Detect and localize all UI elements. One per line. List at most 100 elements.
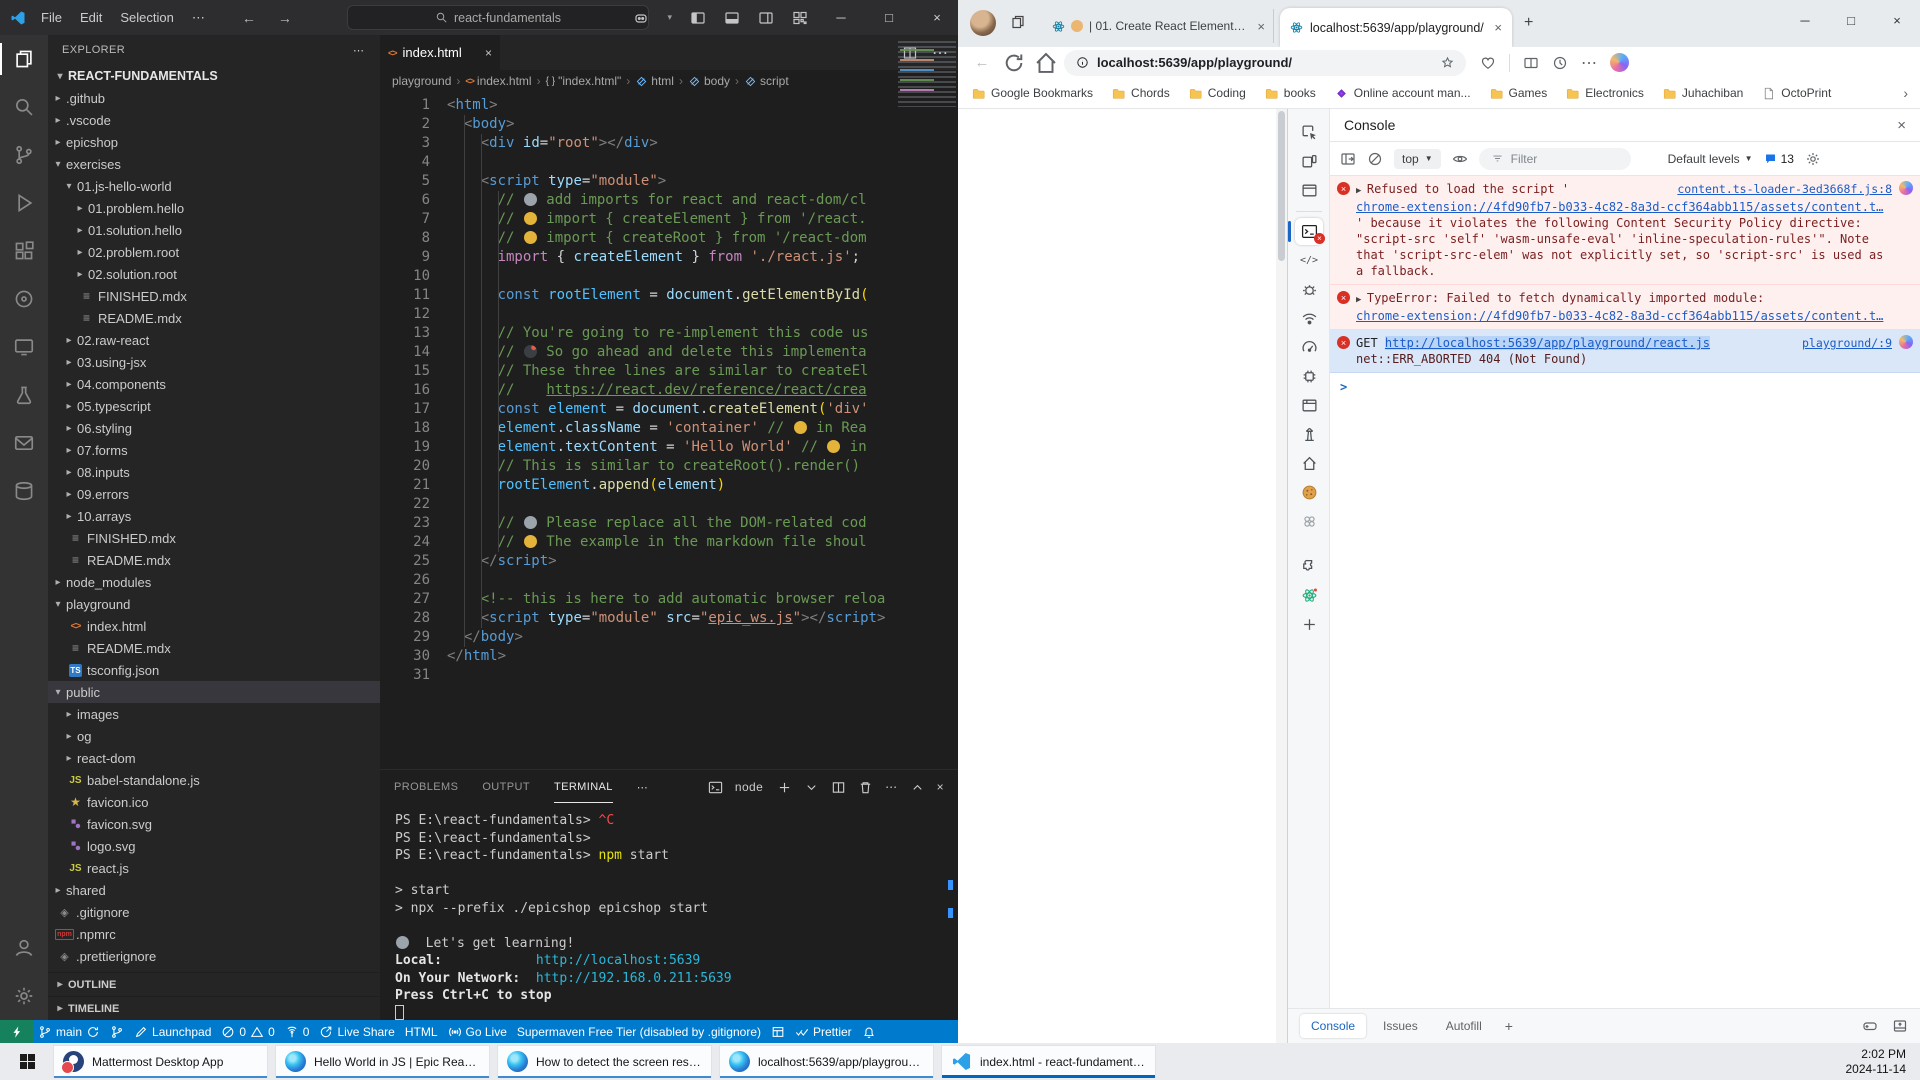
terminal-shell-name[interactable]: node [735,780,763,794]
devtools-panel-memory[interactable] [1288,362,1330,391]
bookmarks-overflow-icon[interactable]: › [1903,85,1908,101]
tree-item-02.solution.root[interactable]: ▸02.solution.root [48,263,380,285]
tree-item-08.inputs[interactable]: ▸08.inputs [48,461,380,483]
devtools-panel-inspect[interactable] [1288,118,1330,147]
code-line[interactable]: 1<html> [380,96,958,115]
tree-item-README.mdx[interactable]: ≡README.mdx [48,637,380,659]
copilot-icon[interactable] [1610,53,1629,72]
panel-tab-output[interactable]: OUTPUT [482,781,530,793]
taskbar-item[interactable]: localhost:5639/app/playground/ a... [719,1045,934,1078]
browser-essentials-icon[interactable] [1480,55,1496,71]
code-line[interactable]: 20 // This is similar to createRoot().re… [380,457,958,476]
chevron-down-icon[interactable]: ▾ [667,12,672,23]
breadcrumb-item[interactable]: html [651,74,674,88]
code-line[interactable]: 18 element.className = 'container' // in… [380,419,958,438]
activity-source-control[interactable] [0,131,48,179]
window-maximize-button[interactable]: □ [1828,0,1874,40]
status-item[interactable]: Go Live [443,1020,512,1043]
tree-item-07.forms[interactable]: ▸07.forms [48,439,380,461]
bookmark-octoprint[interactable]: OctoPrint [1762,86,1831,100]
terminal-dropdown-icon[interactable] [804,780,819,795]
code-editor[interactable]: 1<html>2 <body>3 <div id="root"></div>45… [380,92,958,769]
address-bar[interactable]: localhost:5639/app/playground/ [1064,50,1466,76]
tree-item-shared[interactable]: ▸shared [48,879,380,901]
code-line[interactable]: 10 [380,267,958,286]
code-line[interactable]: 2 <body> [380,115,958,134]
timeline-section[interactable]: ▸TIMELINE [48,996,380,1020]
tree-item-logo.svg[interactable]: logo.svg [48,835,380,857]
tab-close-icon[interactable]: × [1257,19,1265,34]
activity-settings[interactable] [0,972,48,1020]
menu-file[interactable]: File [32,10,71,25]
page-scrollbar[interactable] [1276,109,1287,1043]
tree-item-.prettierignore[interactable]: ◈.prettierignore [48,945,380,967]
expand-quickview-icon[interactable] [1892,1018,1908,1034]
activity-testing[interactable] [0,371,48,419]
minimap[interactable] [898,41,956,107]
tree-item-02.problem.root[interactable]: ▸02.problem.root [48,241,380,263]
breadcrumb[interactable]: playground›<>index.html›{ }"index.html"›… [380,70,958,92]
tree-item-01.js-hello-world[interactable]: ▾01.js-hello-world [48,175,380,197]
browser-tab-localhost[interactable]: localhost:5639/app/playground/ × [1280,8,1512,47]
close-panel-icon[interactable]: × [937,780,944,794]
window-maximize-button[interactable]: □ [874,10,904,25]
tab-close-icon[interactable]: × [485,46,492,60]
tree-item-react.js[interactable]: JSreact.js [48,857,380,879]
status-item[interactable] [857,1020,881,1043]
menu-selection[interactable]: Selection [111,10,182,25]
tree-item-public[interactable]: ▾public [48,681,380,703]
devtools-panel-performance[interactable] [1288,333,1330,362]
taskbar-item[interactable]: Mattermost Desktop App [53,1045,268,1078]
tree-item-node_modules[interactable]: ▸node_modules [48,571,380,593]
code-line[interactable]: 21 rootElement.append(element) [380,476,958,495]
live-expression-icon[interactable] [1452,151,1468,167]
bookmark-juhachiban[interactable]: Juhachiban [1663,86,1743,100]
tree-item-favicon.svg[interactable]: favicon.svg [48,813,380,835]
code-line[interactable]: 29 </body> [380,628,958,647]
menu-⋯[interactable]: ⋯ [183,10,214,25]
window-close-button[interactable]: × [1874,0,1920,40]
code-line[interactable]: 12 [380,305,958,324]
footer-tab-issues[interactable]: Issues [1372,1014,1429,1038]
nav-forward-icon[interactable]: → [278,10,292,26]
code-line[interactable]: 23 // Please replace all the DOM-related… [380,514,958,533]
copilot-explain-icon[interactable] [1899,181,1913,195]
tree-item-babel-standalone.js[interactable]: JSbabel-standalone.js [48,769,380,791]
code-line[interactable]: 4 [380,153,958,172]
source-link[interactable]: content.ts-loader-3ed3668f.js:8 [1677,181,1892,197]
breadcrumb-item[interactable]: index.html [477,74,532,88]
devtools-panel-application[interactable] [1288,391,1330,420]
split-terminal-icon[interactable] [831,780,846,795]
start-button[interactable] [8,1043,46,1080]
footer-tab-autofill[interactable]: Autofill [1435,1014,1493,1038]
context-selector[interactable]: top ▼ [1394,149,1441,169]
code-line[interactable]: 24 // The example in the markdown file s… [380,533,958,552]
maximize-panel-icon[interactable] [910,780,925,795]
tree-item-06.styling[interactable]: ▸06.styling [48,417,380,439]
activity-explorer[interactable] [0,35,48,83]
code-line[interactable]: 31 [380,666,958,685]
activity-mail[interactable] [0,419,48,467]
status-item[interactable]: Prettier [790,1020,857,1043]
console-message[interactable]: ×content.ts-loader-3ed3668f.js:8▶ Refuse… [1330,176,1920,285]
command-center-search[interactable]: react-fundamentals [347,5,649,30]
tree-item-exercises[interactable]: ▾exercises [48,153,380,175]
console-settings-icon[interactable] [1805,151,1821,167]
devtools-panel-lighthouse[interactable] [1288,420,1330,449]
bookmark-electronics[interactable]: Electronics [1566,86,1644,100]
nav-back-icon[interactable]: ← [242,10,256,26]
bookmark-books[interactable]: books [1265,86,1316,100]
tab-index-html[interactable]: <> index.html × [380,35,500,70]
taskbar-item[interactable]: index.html - react-fundamentals -... [941,1045,1156,1078]
tab-close-icon[interactable]: × [1494,20,1502,35]
page-content[interactable] [958,109,1288,1043]
status-item[interactable]: main [33,1020,105,1043]
devtools-panel-issues-debug[interactable] [1288,275,1330,304]
back-icon[interactable]: ← [968,50,996,76]
browser-tab-epic-react[interactable]: | 01. Create React Elements | 0 × [1044,9,1274,43]
status-item[interactable]: 00 [216,1020,279,1043]
window-minimize-button[interactable]: ─ [826,10,856,25]
terminal-output[interactable]: PS E:\react-fundamentals> ^CPS E:\react-… [380,804,958,1022]
activity-extensions[interactable] [0,227,48,275]
controller-icon[interactable] [1862,1018,1878,1034]
